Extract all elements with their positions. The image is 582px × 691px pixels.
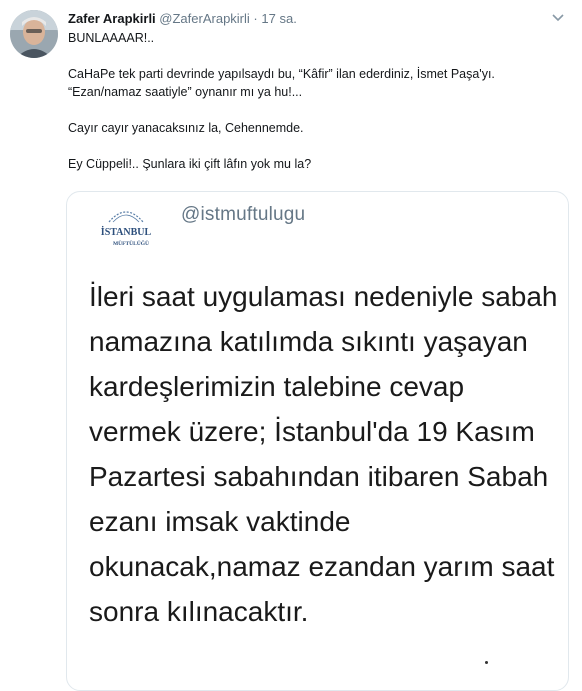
avatar-image (10, 10, 58, 58)
istanbul-muftulugu-logo: İSTANBUL MÜFTÜLÜĞÜ (95, 200, 157, 252)
more-options-button[interactable] (548, 8, 568, 28)
author-handle[interactable]: @ZaferArapkirli (159, 11, 250, 26)
logo-emblem-icon: İSTANBUL MÜFTÜLÜĞÜ (101, 211, 152, 247)
tweet-paragraph: Cayır cayır yanacaksınız la, Cehennemde. (68, 121, 304, 135)
tweet[interactable]: Zafer Arapkirli @ZaferArapkirli · 17 sa.… (0, 0, 582, 691)
quoted-handle[interactable]: @istmuftulugu (181, 204, 305, 226)
author-name[interactable]: Zafer Arapkirli (68, 11, 156, 26)
tweet-paragraph: BUNLAAAAR!.. (68, 31, 155, 45)
avatar[interactable] (10, 10, 58, 58)
separator-dot: · (253, 11, 258, 26)
quoted-tweet-card[interactable]: İSTANBUL MÜFTÜLÜĞÜ @istmuftulugu İleri s… (66, 191, 569, 691)
tweet-timestamp[interactable]: 17 sa. (261, 11, 296, 26)
logo-text-top: İSTANBUL (101, 226, 152, 238)
tweet-paragraph: CaHaPe tek parti devrinde yapılsaydı bu,… (68, 67, 495, 99)
tweet-header: Zafer Arapkirli @ZaferArapkirli · 17 sa. (68, 10, 542, 27)
quoted-tweet-body: İleri saat uygulaması nedeniyle sabah na… (89, 281, 558, 627)
tweet-paragraph: Ey Cüppeli!.. Şunlara iki çift lâfın yok… (68, 157, 312, 171)
logo-text-bottom: MÜFTÜLÜĞÜ (113, 239, 149, 247)
chevron-down-icon (552, 14, 564, 22)
tweet-text: BUNLAAAAR!.. CaHaPe tek parti devrinde y… (68, 29, 568, 191)
decorative-dot (485, 661, 488, 664)
